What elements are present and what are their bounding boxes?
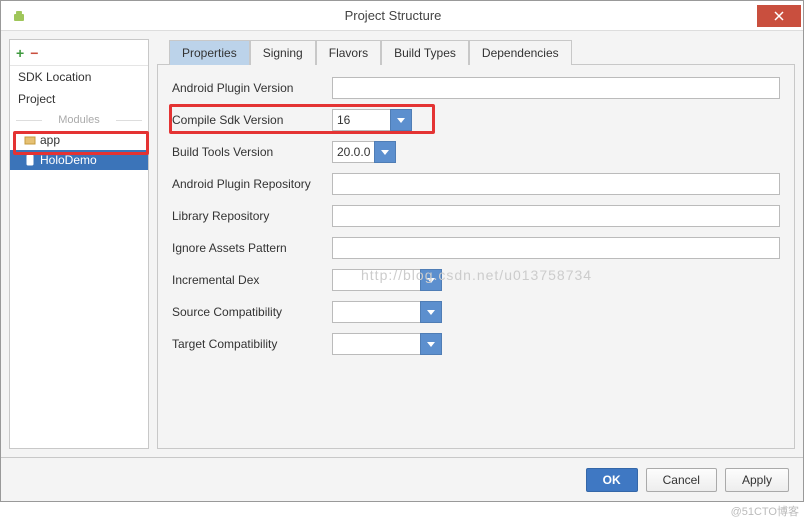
label-compile-sdk-version: Compile Sdk Version: [172, 113, 332, 127]
input-ignore-assets-pattern[interactable]: [332, 237, 780, 259]
label-source-compatibility: Source Compatibility: [172, 305, 332, 319]
dropdown-arrow-icon[interactable]: [420, 333, 442, 355]
input-incremental-dex[interactable]: [332, 269, 420, 291]
module-item-holodemo[interactable]: HoloDemo: [10, 150, 148, 170]
label-ignore-assets-pattern: Ignore Assets Pattern: [172, 241, 332, 255]
main-panel: Properties Signing Flavors Build Types D…: [157, 39, 795, 449]
close-icon: [774, 11, 784, 21]
cancel-button[interactable]: Cancel: [646, 468, 717, 492]
row-android-plugin-version: Android Plugin Version: [172, 77, 780, 99]
sidebar-item-sdk-location[interactable]: SDK Location: [10, 66, 148, 88]
input-target-compatibility[interactable]: [332, 333, 420, 355]
combo-source-compatibility[interactable]: [332, 301, 442, 323]
label-build-tools-version: Build Tools Version: [172, 145, 332, 159]
add-module-icon[interactable]: +: [16, 45, 24, 61]
tab-dependencies[interactable]: Dependencies: [469, 40, 572, 65]
row-target-compatibility: Target Compatibility: [172, 333, 780, 355]
input-compile-sdk-version[interactable]: [332, 109, 390, 131]
module-label: HoloDemo: [40, 153, 97, 167]
row-source-compatibility: Source Compatibility: [172, 301, 780, 323]
android-studio-icon: [9, 6, 29, 26]
project-structure-window: Project Structure + − SDK Location Proje…: [0, 0, 804, 502]
credit-text: @51CTO博客: [731, 503, 799, 519]
combo-target-compatibility[interactable]: [332, 333, 442, 355]
tab-bar: Properties Signing Flavors Build Types D…: [169, 39, 795, 64]
module-phone-icon: [24, 154, 36, 166]
tab-build-types[interactable]: Build Types: [381, 40, 469, 65]
sidebar-item-project[interactable]: Project: [10, 88, 148, 110]
titlebar: Project Structure: [1, 1, 803, 31]
window-title: Project Structure: [29, 8, 757, 23]
ok-button[interactable]: OK: [586, 468, 638, 492]
close-button[interactable]: [757, 5, 801, 27]
combo-compile-sdk-version[interactable]: [332, 109, 412, 131]
sidebar: + − SDK Location Project Modules app Hol…: [9, 39, 149, 449]
row-android-plugin-repository: Android Plugin Repository: [172, 173, 780, 195]
row-library-repository: Library Repository: [172, 205, 780, 227]
dropdown-arrow-icon[interactable]: [420, 269, 442, 291]
remove-module-icon[interactable]: −: [30, 45, 38, 61]
tab-flavors[interactable]: Flavors: [316, 40, 381, 65]
modules-divider: Modules: [10, 114, 148, 126]
dropdown-arrow-icon[interactable]: [374, 141, 396, 163]
module-folder-icon: [24, 134, 36, 146]
row-incremental-dex: Incremental Dex: [172, 269, 780, 291]
dialog-body: + − SDK Location Project Modules app Hol…: [1, 31, 803, 457]
properties-panel: Android Plugin Version Compile Sdk Versi…: [157, 64, 795, 449]
dropdown-arrow-icon[interactable]: [420, 301, 442, 323]
dropdown-arrow-icon[interactable]: [390, 109, 412, 131]
label-android-plugin-repository: Android Plugin Repository: [172, 177, 332, 191]
input-android-plugin-repository[interactable]: [332, 173, 780, 195]
input-library-repository[interactable]: [332, 205, 780, 227]
dialog-footer: OK Cancel Apply: [1, 457, 803, 501]
input-source-compatibility[interactable]: [332, 301, 420, 323]
label-android-plugin-version: Android Plugin Version: [172, 81, 332, 95]
combo-build-tools-version[interactable]: [332, 141, 396, 163]
input-android-plugin-version[interactable]: [332, 77, 780, 99]
apply-button[interactable]: Apply: [725, 468, 789, 492]
module-item-app[interactable]: app: [10, 130, 148, 150]
row-build-tools-version: Build Tools Version: [172, 141, 780, 163]
input-build-tools-version[interactable]: [332, 141, 374, 163]
module-label: app: [40, 133, 60, 147]
label-library-repository: Library Repository: [172, 209, 332, 223]
tab-signing[interactable]: Signing: [250, 40, 316, 65]
tab-properties[interactable]: Properties: [169, 40, 250, 65]
label-target-compatibility: Target Compatibility: [172, 337, 332, 351]
label-incremental-dex: Incremental Dex: [172, 273, 332, 287]
sidebar-toolbar: + −: [10, 40, 148, 66]
row-ignore-assets-pattern: Ignore Assets Pattern: [172, 237, 780, 259]
row-compile-sdk-version: Compile Sdk Version: [172, 109, 780, 131]
combo-incremental-dex[interactable]: [332, 269, 442, 291]
